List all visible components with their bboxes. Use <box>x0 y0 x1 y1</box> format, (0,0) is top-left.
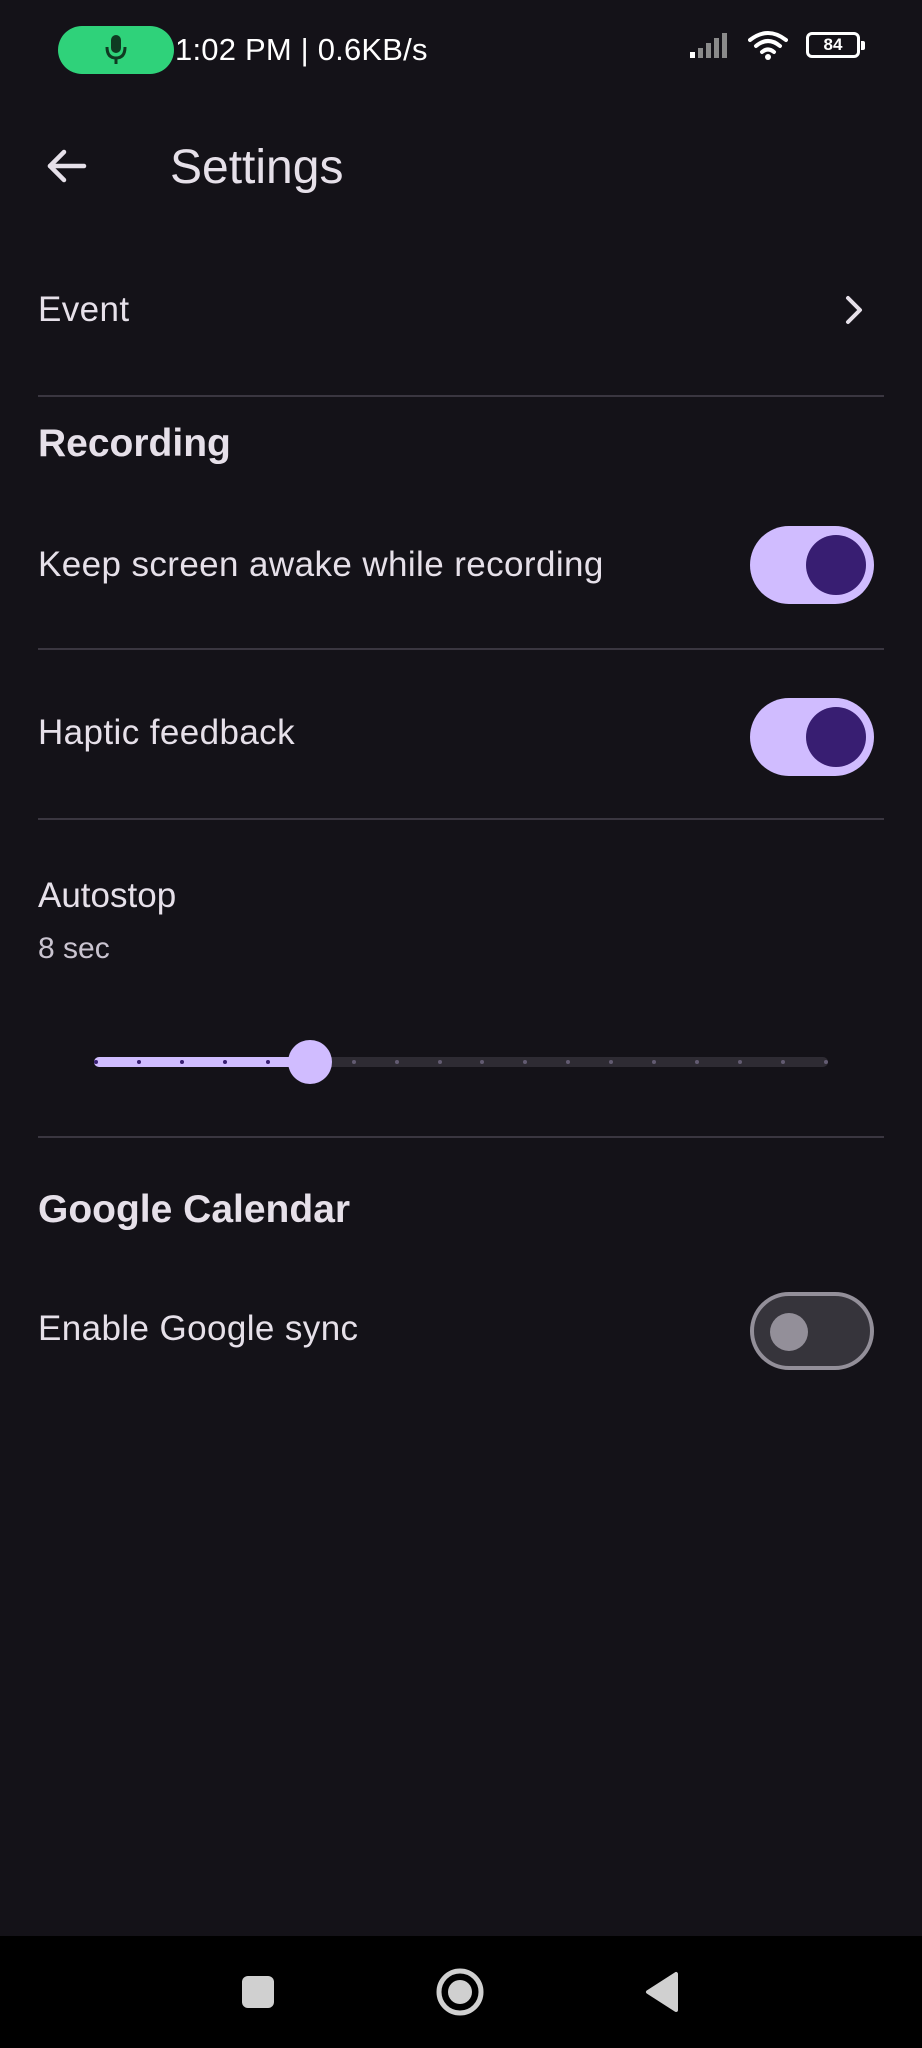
section-header-google-calendar: Google Calendar <box>38 1188 351 1231</box>
autostop-title: Autostop <box>38 876 177 915</box>
battery-level: 84 <box>823 35 843 54</box>
battery-icon: 84 <box>806 32 865 58</box>
slider-active-track <box>94 1057 310 1067</box>
slider-tick <box>223 1060 227 1064</box>
autostop-value: 8 sec <box>38 932 110 965</box>
back-button[interactable] <box>34 134 98 198</box>
slider-tick <box>438 1060 442 1064</box>
switch-knob <box>806 707 866 767</box>
event-label: Event <box>38 290 130 329</box>
keep-screen-awake-label: Keep screen awake while recording <box>38 545 604 584</box>
slider-tick <box>137 1060 141 1064</box>
slider-tick <box>695 1060 699 1064</box>
slider-tick <box>523 1060 527 1064</box>
divider <box>38 1136 884 1138</box>
recents-button[interactable] <box>232 1966 284 2018</box>
status-icons: 84 <box>690 30 865 60</box>
signal-icon <box>690 33 727 58</box>
google-sync-row[interactable]: Enable Google sync <box>0 1284 922 1374</box>
mic-icon <box>105 35 127 64</box>
google-sync-label: Enable Google sync <box>38 1309 359 1348</box>
slider-tick <box>824 1060 828 1064</box>
keep-screen-awake-switch[interactable] <box>750 526 874 604</box>
home-circle-icon <box>436 1968 484 2016</box>
divider <box>38 648 884 650</box>
slider-thumb[interactable] <box>288 1040 332 1084</box>
slider-tick <box>781 1060 785 1064</box>
page-title: Settings <box>170 141 344 194</box>
slider-tick <box>94 1060 98 1064</box>
slider-tick <box>266 1060 270 1064</box>
switch-knob <box>770 1313 808 1351</box>
chevron-right-icon <box>846 296 862 324</box>
home-button[interactable] <box>434 1966 486 2018</box>
slider-tick <box>180 1060 184 1064</box>
slider-tick <box>609 1060 613 1064</box>
settings-screen: 1:02 PM | 0.6KB/s 84 Settings Event Reco… <box>0 0 922 2048</box>
recents-square-icon <box>242 1976 274 2008</box>
slider-tick <box>352 1060 356 1064</box>
slider-tick <box>566 1060 570 1064</box>
haptic-feedback-label: Haptic feedback <box>38 713 295 752</box>
slider-tick <box>480 1060 484 1064</box>
mic-indicator-pill[interactable] <box>58 26 174 74</box>
haptic-feedback-row[interactable]: Haptic feedback <box>0 688 922 778</box>
slider-tick <box>395 1060 399 1064</box>
back-nav-button[interactable] <box>636 1966 688 2018</box>
divider <box>38 395 884 397</box>
keep-screen-awake-row[interactable]: Keep screen awake while recording <box>0 520 922 610</box>
slider-tick <box>652 1060 656 1064</box>
arrow-back-icon <box>47 149 87 183</box>
status-bar: 1:02 PM | 0.6KB/s 84 <box>0 0 922 104</box>
google-sync-switch[interactable] <box>750 1292 874 1370</box>
switch-knob <box>806 535 866 595</box>
event-row[interactable]: Event <box>0 252 922 368</box>
back-triangle-icon <box>646 1972 678 2012</box>
app-bar: Settings <box>0 104 922 224</box>
wifi-icon <box>748 31 788 60</box>
haptic-feedback-switch[interactable] <box>750 698 874 776</box>
status-time-speed: 1:02 PM | 0.6KB/s <box>175 32 428 67</box>
system-nav-bar <box>0 1936 922 2048</box>
divider <box>38 818 884 820</box>
slider-tick <box>738 1060 742 1064</box>
section-header-recording: Recording <box>38 422 231 465</box>
autostop-slider[interactable] <box>94 1040 828 1084</box>
